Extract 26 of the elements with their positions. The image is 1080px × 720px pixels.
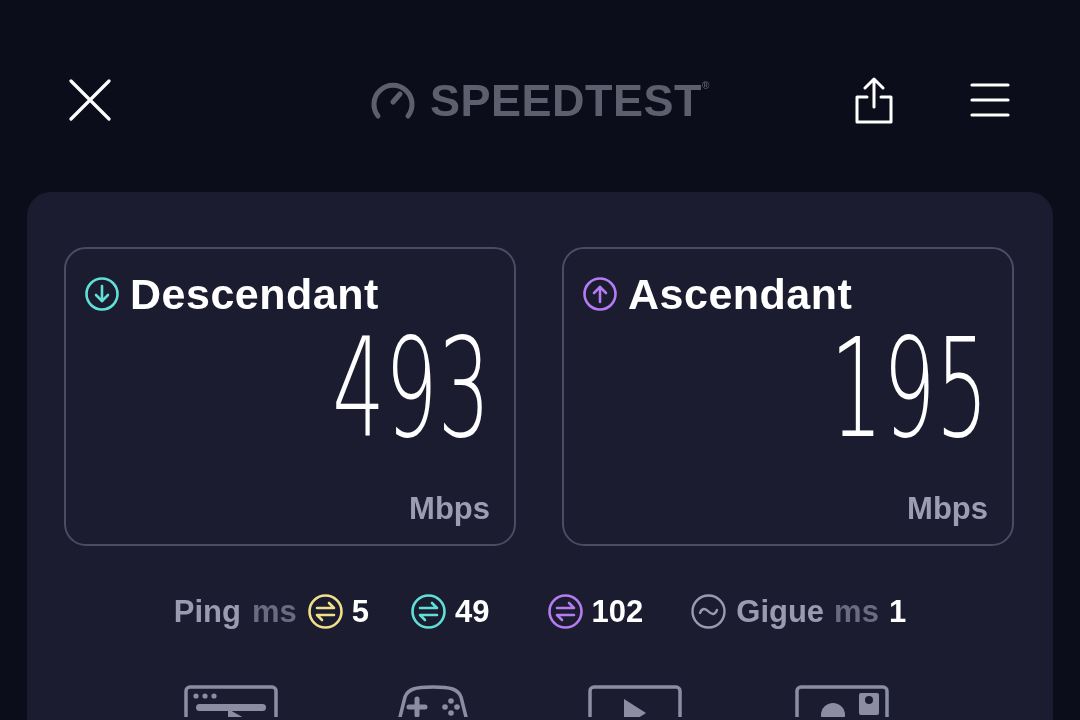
speedtest-logo-text: SPEEDTEST$^{®}$ bbox=[430, 77, 710, 123]
result-label: Descendant bbox=[130, 270, 379, 318]
ping-label: Ping bbox=[173, 596, 241, 627]
menu-icon bbox=[970, 83, 1010, 117]
browser-window-icon[interactable] bbox=[183, 685, 278, 717]
ping-value: 5 bbox=[351, 596, 370, 627]
jitter-label: Gigue bbox=[736, 596, 825, 627]
result-label: Ascendant bbox=[628, 270, 853, 318]
share-button[interactable] bbox=[854, 76, 894, 124]
ping-value: 49 bbox=[455, 596, 490, 627]
share-icon bbox=[855, 76, 893, 124]
video-call-icon[interactable] bbox=[794, 685, 889, 717]
close-button[interactable] bbox=[68, 78, 112, 122]
close-icon bbox=[69, 79, 111, 121]
menu-button[interactable] bbox=[970, 80, 1010, 120]
unit-label: Mbps bbox=[907, 493, 988, 524]
jitter-value: 1 bbox=[888, 596, 907, 627]
speedometer-logo-icon bbox=[370, 80, 417, 120]
video-play-icon[interactable] bbox=[587, 685, 682, 717]
speed-value: 195 bbox=[829, 320, 988, 458]
ping-value: 102 bbox=[591, 596, 644, 627]
jitter-unit: ms bbox=[834, 596, 879, 627]
unit-label: Mbps bbox=[409, 493, 490, 524]
speed-value: 493 bbox=[331, 320, 490, 458]
jitter-wave-icon bbox=[691, 594, 727, 629]
ping-unit: ms bbox=[252, 596, 297, 627]
